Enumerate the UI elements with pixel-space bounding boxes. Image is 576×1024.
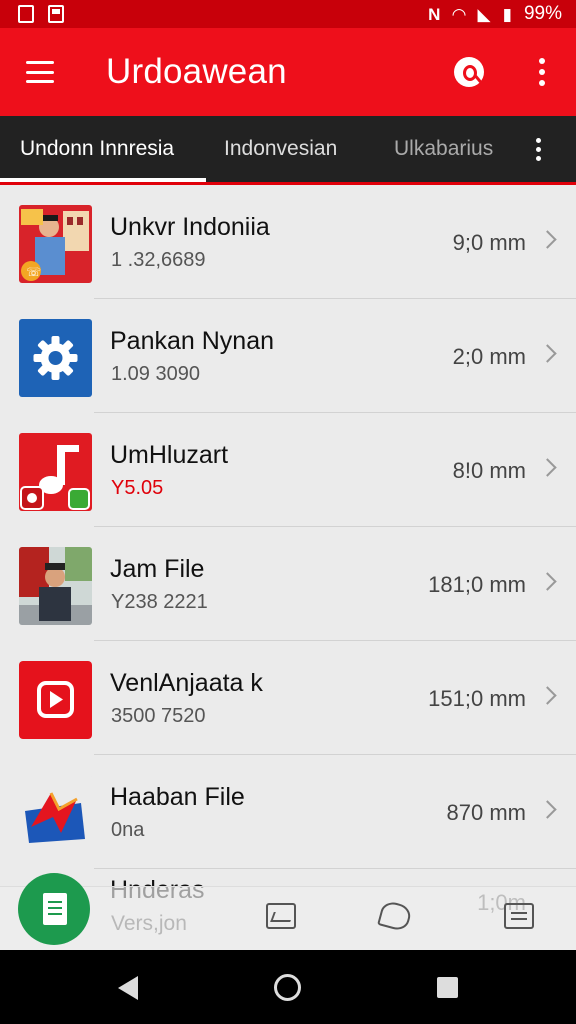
system-nav-bar (0, 950, 576, 1024)
signal-icon: ◣ (477, 4, 491, 24)
list-item-time: 8!0 mm (452, 458, 526, 483)
chevron-right-icon (538, 230, 557, 249)
list-item-time: 181;0 mm (428, 572, 526, 597)
tab-undonn-innresia[interactable]: Undonn Innresia (0, 116, 206, 182)
more-vert-icon[interactable] (528, 58, 556, 86)
gallery-icon (48, 5, 64, 23)
list-item-subtitle: 0na (111, 819, 145, 841)
chevron-right-icon (538, 344, 557, 363)
list-item-subtitle: Y5.05 (111, 477, 164, 499)
home-icon[interactable] (274, 974, 301, 1001)
chevron-right-icon (538, 572, 557, 591)
list-icon[interactable] (504, 903, 534, 929)
tag-icon[interactable] (377, 899, 413, 933)
list-item[interactable]: VenlAnjaata k 3500 7520 151;0 mm (0, 641, 576, 755)
list-item[interactable]: ☏ Unkvr Indoniia 1 .32,6689 9;0 mm (0, 185, 576, 299)
list-item-title: VenlAnjaata k (110, 669, 263, 697)
list-item-time: 151;0 mm (428, 686, 526, 711)
person-speaking-thumbnail: ☏ (19, 205, 92, 283)
image-icon[interactable] (266, 903, 296, 929)
list-item-time: 2;0 mm (452, 344, 526, 369)
list-item-title: Unkvr Indoniia (110, 213, 270, 241)
search-icon[interactable] (454, 57, 484, 87)
battery-level: 99% (523, 3, 562, 24)
notification-icon (18, 5, 34, 23)
status-bar: N ◠ ◣ ▮ 99% (0, 0, 576, 28)
tab-more-icon[interactable] (536, 137, 541, 161)
list-item-time: 870 mm (446, 800, 526, 825)
arrow-folder-icon (19, 775, 92, 853)
list-item[interactable]: UmHluzart Y5.05 8!0 mm (0, 413, 576, 527)
chevron-right-icon (538, 800, 557, 819)
list-item-subtitle: 1 .32,6689 (111, 249, 206, 271)
play-video-icon (19, 661, 92, 739)
app-title: Urdoawean (106, 52, 287, 91)
list-item[interactable]: Pankan Nynan 1.09 3090 2;0 mm (0, 299, 576, 413)
app-bar: Urdoawean (0, 28, 576, 116)
list-item[interactable]: Jam File Y238 2221 181;0 mm (0, 527, 576, 641)
recents-icon[interactable] (437, 977, 458, 998)
list-item-subtitle: 3500 7520 (111, 705, 206, 727)
wifi-icon: ◠ (452, 4, 466, 24)
bottom-nav (0, 873, 576, 950)
svg-text:☏: ☏ (26, 265, 41, 279)
tab-indonvesian[interactable]: Indonvesian (206, 116, 376, 182)
document-icon[interactable] (18, 873, 90, 945)
nfc-icon: N (428, 4, 441, 24)
list-item-subtitle: 1.09 3090 (111, 363, 200, 385)
list-item-title: Jam File (110, 555, 205, 583)
list-item-subtitle: Y238 2221 (111, 591, 208, 613)
settings-gear-icon (19, 319, 92, 397)
list-item-title: Pankan Nynan (110, 327, 275, 355)
battery-icon: ▮ (502, 4, 512, 24)
chevron-right-icon (538, 458, 557, 477)
file-list: ☏ Unkvr Indoniia 1 .32,6689 9;0 mm Panka (0, 185, 576, 869)
man-sitting-thumbnail (19, 547, 92, 625)
music-note-icon (19, 433, 92, 511)
list-item-title: UmHluzart (110, 441, 229, 469)
tab-ulkabarius[interactable]: Ulkabarius (376, 116, 526, 182)
back-icon[interactable] (118, 976, 138, 1000)
menu-icon[interactable] (26, 61, 54, 83)
list-item-time: 9;0 mm (452, 230, 526, 255)
list-item[interactable]: Haaban File 0na 870 mm (0, 755, 576, 869)
list-item-title: Haaban File (110, 783, 245, 811)
chevron-right-icon (538, 686, 557, 705)
tab-bar: Undonn Innresia Indonvesian Ulkabarius (0, 116, 576, 182)
